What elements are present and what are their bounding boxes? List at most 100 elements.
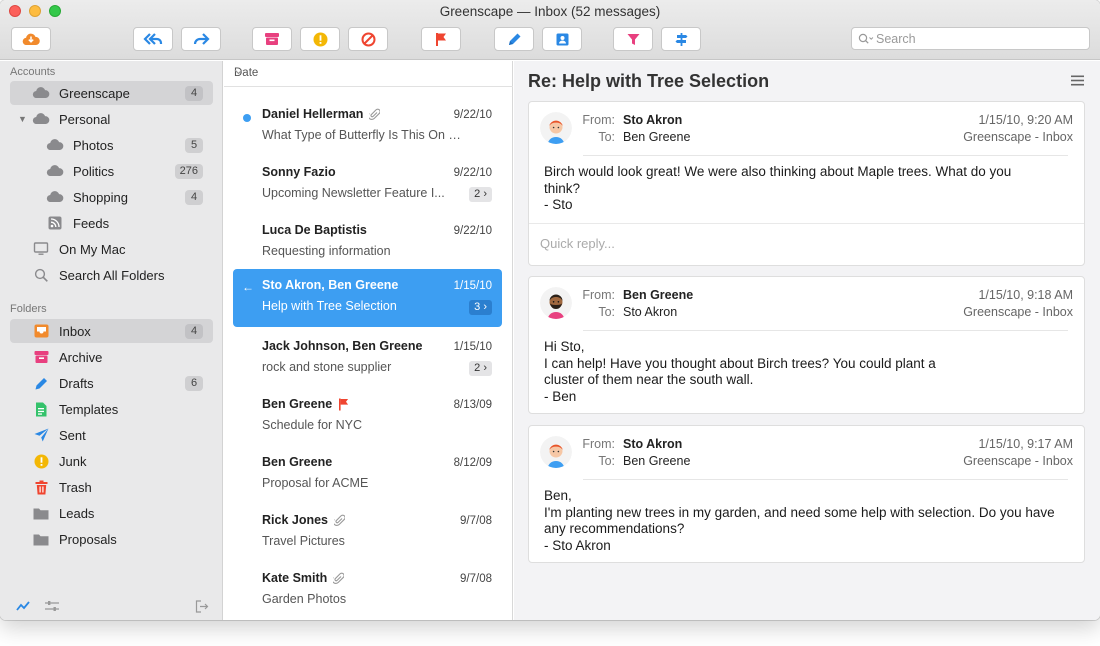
sidebar-item-greenscape[interactable]: Greenscape 4 (10, 81, 213, 105)
window-title: Greenscape — Inbox (52 messages) (439, 4, 661, 19)
list-item[interactable]: Ben Greene 8/12/09 Proposal for ACME (233, 446, 502, 504)
junk-button[interactable] (300, 27, 340, 51)
sign-out-icon[interactable] (195, 600, 209, 616)
settings-sliders-icon[interactable] (44, 600, 60, 615)
sender-name: Luca De Baptistis (262, 223, 367, 237)
disclosure-triangle-icon[interactable]: ▼ (18, 114, 32, 124)
sidebar-item-leads[interactable]: Leads (10, 501, 213, 525)
list-item[interactable]: Rick Jones 9/7/08 Travel Pictures (233, 504, 502, 562)
folders-header: Folders (10, 303, 47, 315)
sidebar-item-label: Proposals (59, 531, 117, 547)
header-divider (583, 155, 1068, 156)
sidebar-item-archive[interactable]: Archive (10, 345, 213, 369)
sidebar-item-label: Junk (59, 453, 87, 469)
list-item[interactable]: Kate Smith 9/7/08 Garden Photos (233, 562, 502, 620)
sidebar-item-feeds[interactable]: Feeds (10, 211, 213, 235)
cloud-download-icon (22, 33, 40, 46)
sidebar-item-junk[interactable]: Junk (10, 449, 213, 473)
flag-button[interactable] (421, 27, 461, 51)
sidebar-item-drafts[interactable]: Drafts 6 (10, 371, 213, 395)
sidebar-item-trash[interactable]: Trash (10, 475, 213, 499)
block-button[interactable] (348, 27, 388, 51)
filter-button[interactable] (613, 27, 653, 51)
from-label: From: (582, 437, 615, 451)
conversation-title: Re: Help with Tree Selection (528, 71, 770, 91)
sidebar-item-on-my-mac[interactable]: On My Mac (10, 237, 213, 261)
list-item[interactable]: Sonny Fazio 9/22/10 Upcoming Newsletter … (233, 156, 502, 214)
thread-count-badge[interactable]: 2 › (469, 187, 492, 202)
forward-button[interactable] (181, 27, 221, 51)
get-mail-button[interactable] (11, 27, 51, 51)
quick-reply-field[interactable]: Quick reply... (540, 236, 615, 251)
list-item-selected[interactable]: ← Sto Akron, Ben Greene 1/15/10 Help wit… (233, 269, 502, 327)
search-field[interactable] (851, 27, 1090, 50)
rules-button[interactable] (661, 27, 701, 51)
replied-arrow-icon: ← (242, 280, 254, 294)
to-name[interactable]: Sto Akron (623, 305, 677, 319)
sender-name: Daniel Hellerman (262, 107, 364, 121)
sidebar-item-label: Personal (59, 111, 111, 127)
sender-name: Ben Greene (262, 397, 333, 411)
list-item[interactable]: Ben Greene 8/13/09 Schedule for NYC (233, 388, 502, 446)
to-name[interactable]: Ben Greene (623, 454, 690, 468)
from-name[interactable]: Sto Akron (623, 113, 682, 127)
unread-count-badge: 4 (185, 190, 203, 205)
reply-all-button[interactable] (133, 27, 173, 51)
sidebar-item-label: Leads (59, 505, 95, 521)
avatar (540, 287, 572, 319)
sidebar-item-sent[interactable]: Sent (10, 423, 213, 447)
unread-count-badge: 5 (185, 138, 203, 153)
to-name[interactable]: Ben Greene (623, 130, 690, 144)
archive-box-icon (32, 349, 50, 365)
sidebar-item-shopping[interactable]: Shopping 4 (10, 185, 213, 209)
sidebar-item-politics[interactable]: Politics 276 (10, 159, 213, 183)
message-sender: Rick Jones (262, 513, 346, 527)
paperclip-icon (334, 514, 346, 526)
message-date: 8/12/09 (453, 457, 492, 469)
thread-count-badge[interactable]: 3 › (469, 300, 492, 315)
message-subject: Help with Tree Selection (262, 299, 397, 313)
list-item[interactable]: Luca De Baptistis 9/22/10 Requesting inf… (233, 214, 502, 272)
rss-feed-icon (46, 215, 64, 231)
compose-button[interactable] (494, 27, 534, 51)
activity-icon[interactable] (16, 600, 30, 615)
message-date: 9/22/10 (453, 109, 492, 121)
menu-icon[interactable] (1071, 74, 1084, 89)
sidebar-item-search-all-folders[interactable]: Search All Folders (10, 263, 213, 287)
message-sender: Sto Akron, Ben Greene (262, 278, 398, 292)
sidebar-item-templates[interactable]: Templates (10, 397, 213, 421)
sidebar-item-label: Politics (73, 163, 115, 179)
archive-box-icon (265, 33, 279, 45)
search-icon (32, 267, 50, 283)
document-icon (32, 401, 50, 417)
sidebar-item-proposals[interactable]: Proposals (10, 527, 213, 551)
from-name[interactable]: Sto Akron (623, 437, 682, 451)
archive-button[interactable] (252, 27, 292, 51)
message-sender: Ben Greene (262, 397, 349, 411)
from-name[interactable]: Ben Greene (623, 288, 693, 302)
sidebar-item-label: On My Mac (59, 241, 126, 257)
message-subject: What Type of Butterfly Is This On My F..… (262, 128, 467, 142)
contacts-button[interactable] (542, 27, 582, 51)
sidebar-item-label: Drafts (59, 375, 94, 391)
list-item[interactable]: Jack Johnson, Ben Greene 1/15/10 rock an… (233, 330, 502, 388)
message-card: From: Ben Greene To: Sto Akron 1/15/10, … (528, 276, 1085, 414)
address-book-icon (556, 33, 568, 45)
message-list: Date Daniel Hellerman 9/22/10 What Type … (224, 61, 513, 620)
message-date: 9/7/08 (460, 515, 492, 527)
thread-count-badge[interactable]: 2 › (469, 361, 492, 376)
to-label: To: (598, 454, 615, 468)
header-divider (583, 479, 1068, 480)
trash-can-icon (32, 479, 50, 495)
message-date: 9/22/10 (453, 167, 492, 179)
sidebar-item-personal[interactable]: ▼ Personal (10, 107, 213, 131)
sort-header[interactable]: Date (224, 61, 513, 87)
list-item[interactable]: Daniel Hellerman 9/22/10 What Type of Bu… (233, 98, 502, 156)
message-card: From: Sto Akron To: Ben Greene 1/15/10, … (528, 101, 1085, 266)
sidebar-item-inbox[interactable]: Inbox 4 (10, 319, 213, 343)
search-input[interactable] (876, 31, 1076, 46)
block-icon (361, 32, 375, 46)
sidebar-item-photos[interactable]: Photos 5 (10, 133, 213, 157)
toolbar: Greenscape — Inbox (52 messages) (0, 0, 1100, 60)
unread-count-badge: 276 (174, 164, 203, 179)
